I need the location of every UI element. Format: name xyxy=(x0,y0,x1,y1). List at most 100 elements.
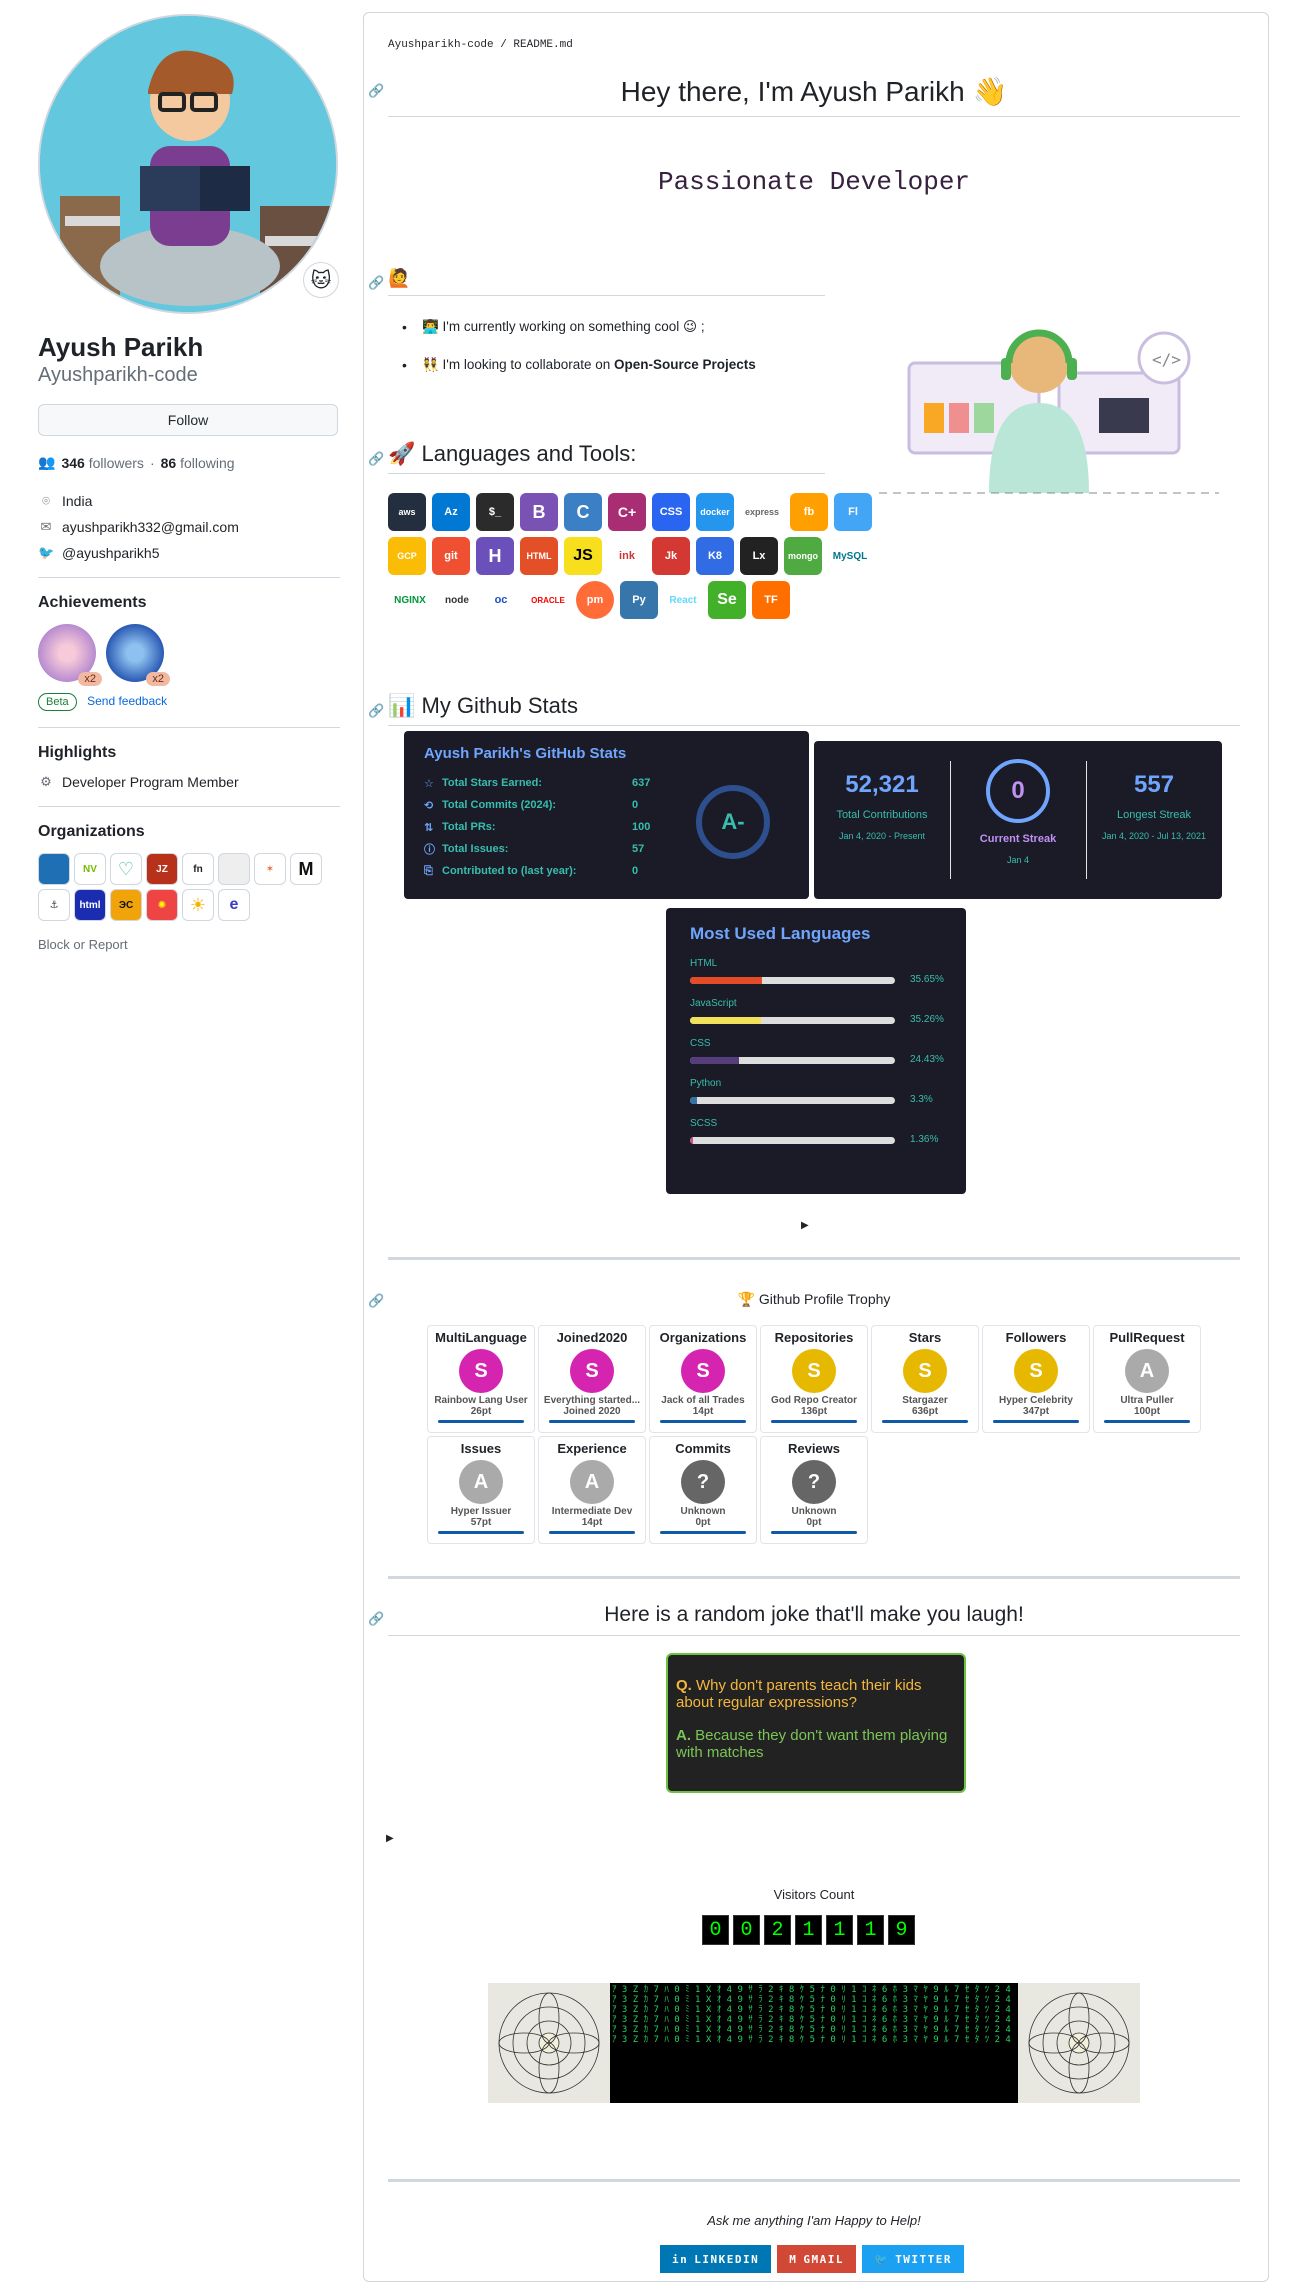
org-avatar[interactable]: ♡ xyxy=(110,853,142,885)
language-rows: HTML 35.65% JavaScript 35.26% CSS 24.43% Pytho… xyxy=(690,958,944,1158)
trophy-cup-icon: S xyxy=(792,1349,836,1393)
longest-streak-range: Jan 4, 2020 - Jul 13, 2021 xyxy=(1101,831,1207,841)
readme-breadcrumb[interactable]: Ayushparikh-code / README.md xyxy=(388,39,573,51)
twitter-button[interactable]: 🐦 TWITTER xyxy=(861,2245,965,2273)
beta-badge: Beta xyxy=(38,693,77,711)
details-toggle[interactable]: ▶ xyxy=(386,1833,394,1844)
trophy-cup-icon: S xyxy=(903,1349,947,1393)
org-avatar[interactable]: ✶ xyxy=(254,853,286,885)
profile-avatar[interactable] xyxy=(38,14,338,314)
mandala-image xyxy=(488,1983,610,2103)
visitor-digit: 0 xyxy=(702,1915,729,1945)
inkscape-icon: ink xyxy=(608,537,646,575)
send-feedback-link[interactable]: Send feedback xyxy=(87,694,167,708)
email-row[interactable]: ✉ ayushparikh332@gmail.com xyxy=(38,519,340,535)
achievements-title[interactable]: Achievements xyxy=(38,594,340,612)
star-gear-icon: ⚙ xyxy=(40,774,52,789)
link-icon[interactable]: 🔗 xyxy=(368,703,384,719)
follow-stats: 👥 346 followers · 86 following xyxy=(38,454,235,471)
org-avatar[interactable] xyxy=(218,853,250,885)
bullet-working: 👨‍💻 I'm currently working on something c… xyxy=(402,319,705,335)
language-bar-fill xyxy=(690,1057,740,1064)
visitor-digit: 1 xyxy=(826,1915,853,1945)
aws-icon: aws xyxy=(388,493,426,531)
c-icon: C xyxy=(564,493,602,531)
most-used-languages-card[interactable]: Most Used Languages HTML 35.65% JavaScript… xyxy=(666,908,966,1194)
stats-row: ⎘ Contributed to (last year): 0 xyxy=(424,864,639,878)
selenium-icon: Se xyxy=(708,581,746,619)
visitor-counter: 0021119 xyxy=(702,1915,932,1945)
org-avatar[interactable]: JZ xyxy=(146,853,178,885)
typing-banner: Passionate Developer xyxy=(657,167,971,197)
languages-card-title: Most Used Languages xyxy=(690,924,871,943)
trophy-cup-icon: S xyxy=(1014,1349,1058,1393)
link-icon[interactable]: 🔗 xyxy=(368,1611,384,1627)
language-bar-track xyxy=(690,1017,895,1024)
postman-icon: pm xyxy=(576,581,614,619)
mysql-icon: MySQL xyxy=(828,537,872,575)
linkedin-button[interactable]: in LINKEDIN xyxy=(660,2245,772,2273)
language-bar-fill xyxy=(690,1017,761,1024)
language-row: JavaScript 35.26% xyxy=(690,998,944,1025)
heroku-icon: H xyxy=(476,537,514,575)
total-contributions-value: 52,321 xyxy=(845,771,919,798)
link-icon[interactable]: 🔗 xyxy=(368,83,384,99)
org-avatar[interactable]: ЭС xyxy=(110,889,142,921)
stats-heading: 📊 My Github Stats xyxy=(388,693,1240,726)
trophy-cup-icon: S xyxy=(459,1349,503,1393)
trophy-card: Organizations S Jack of all Trades 14pt xyxy=(649,1325,757,1433)
longest-streak-value: 557 xyxy=(1133,771,1175,798)
trophy-card: Issues A Hyper Issuer 57pt xyxy=(427,1436,535,1544)
highlights-title: Highlights xyxy=(38,744,117,761)
nodejs-icon: node xyxy=(438,581,476,619)
gmail-button[interactable]: M GMAIL xyxy=(777,2245,856,2273)
open-source-link[interactable]: Open-Source Projects xyxy=(614,357,756,372)
total-contributions-label: Total Contributions xyxy=(836,809,928,821)
details-toggle[interactable]: ▶ xyxy=(801,1220,809,1231)
location-icon: ⌾ xyxy=(42,493,50,508)
link-icon[interactable]: 🔗 xyxy=(368,451,384,467)
following-link[interactable]: 86 following xyxy=(161,455,235,471)
trophy-card: Followers S Hyper Celebrity 347pt xyxy=(982,1325,1090,1433)
people-icon: 👥 xyxy=(38,454,56,470)
followers-link[interactable]: 346 followers xyxy=(61,455,144,471)
total-contributions-range: Jan 4, 2020 - Present xyxy=(838,831,926,841)
org-avatar[interactable]: e xyxy=(218,889,250,921)
github-stats-card[interactable]: Ayush Parikh's GitHub Stats ☆ Total Stars… xyxy=(404,731,809,899)
visitor-digit: 1 xyxy=(795,1915,822,1945)
twitter-icon: 🐦 xyxy=(873,2252,890,2266)
highlight-item[interactable]: ⚙ Developer Program Member xyxy=(38,774,340,790)
org-avatar[interactable]: ⚓ xyxy=(38,889,70,921)
trophy-card: Joined2020 S Everything started... Joined 2… xyxy=(538,1325,646,1433)
block-or-report-link[interactable]: Block or Report xyxy=(38,937,340,952)
stats-card-title: Ayush Parikh's GitHub Stats xyxy=(424,745,627,762)
language-row: HTML 35.65% xyxy=(690,958,944,985)
org-avatar[interactable]: M xyxy=(290,853,322,885)
achievement-badge[interactable]: x2 xyxy=(38,624,102,686)
status-emoji-icon[interactable]: 🐱 xyxy=(303,262,339,298)
readme-title: Hey there, I'm Ayush Parikh 👋 xyxy=(388,75,1240,117)
achievement-badge[interactable]: x2 xyxy=(106,624,170,686)
org-avatar[interactable]: ✺ xyxy=(146,889,178,921)
visitors-label: Visitors Count xyxy=(773,1887,855,1902)
org-avatar[interactable]: html xyxy=(74,889,106,921)
org-avatar[interactable]: fn xyxy=(182,853,214,885)
twitter-row[interactable]: 🐦 @ayushparikh5 xyxy=(38,545,340,561)
location-row: ⌾ India xyxy=(38,493,340,509)
gcp-icon: GCP xyxy=(388,537,426,575)
python-icon: Py xyxy=(620,581,658,619)
git-icon: git xyxy=(432,537,470,575)
linkedin-icon: in xyxy=(672,2252,689,2266)
kubernetes-icon: K8 xyxy=(696,537,734,575)
link-icon[interactable]: 🔗 xyxy=(368,1293,384,1309)
org-avatar[interactable]: ☀ xyxy=(182,889,214,921)
wave-heading: 🙋 xyxy=(388,268,825,296)
tools-heading: 🚀 Languages and Tools: xyxy=(388,441,825,474)
current-streak-date: Jan 4 xyxy=(1006,855,1030,865)
link-icon[interactable]: 🔗 xyxy=(368,275,384,291)
nginx-icon: NGINX xyxy=(388,581,432,619)
streak-card[interactable]: 52,321 Total Contributions Jan 4, 2020 -… xyxy=(814,741,1222,899)
org-avatar[interactable] xyxy=(38,853,70,885)
org-avatar[interactable]: NV xyxy=(74,853,106,885)
follow-button[interactable]: Follow xyxy=(38,404,338,436)
